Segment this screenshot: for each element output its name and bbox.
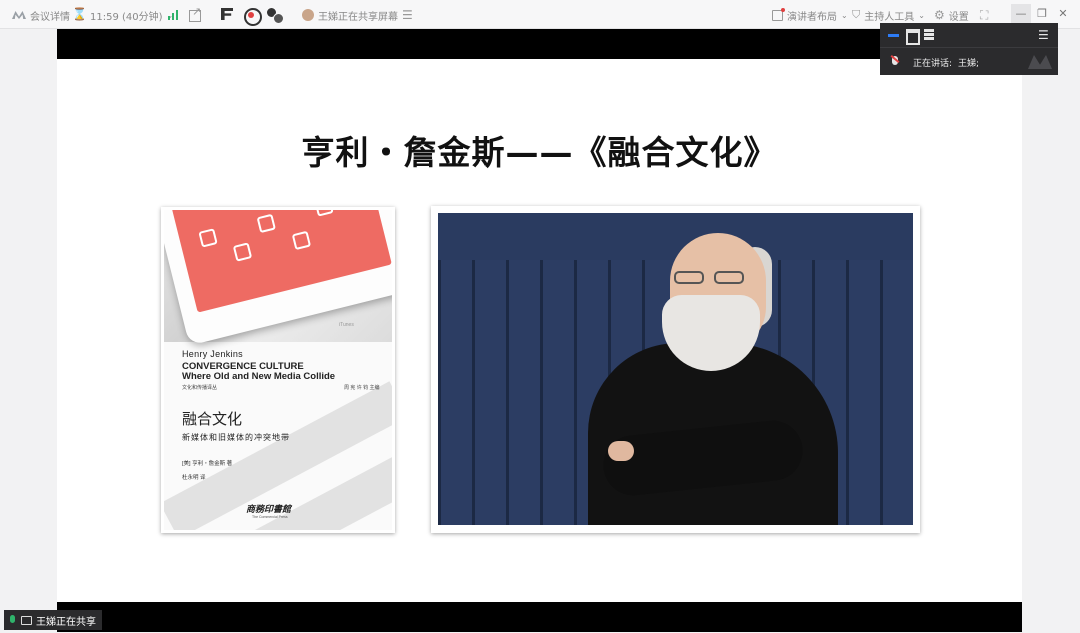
book-editors: 周 宪 许 钧 主编 <box>344 385 380 391</box>
minimize-video-icon[interactable] <box>888 29 900 41</box>
settings-label: 设置 <box>948 11 969 23</box>
sharing-tag[interactable]: 王娣正在共享 <box>4 610 102 630</box>
host-tools-dropdown[interactable]: ⛉ 主持人工具 ⌄ <box>852 7 925 23</box>
sharing-status-label: 王娣正在共享屏幕 <box>318 11 398 23</box>
screen-share-icon <box>21 615 32 625</box>
network-signal[interactable] <box>166 7 180 23</box>
shared-screen-letterbox-bottom <box>57 602 1022 632</box>
avatar <box>302 9 314 21</box>
gear-icon: ⚙ <box>934 8 945 22</box>
speaking-indicator: 正在讲话: 王娣; <box>880 49 1058 75</box>
meeting-info-label: 会议详情 <box>30 11 70 23</box>
close-button[interactable]: ✕ <box>1053 4 1073 24</box>
restore-button[interactable]: ❐ <box>1032 4 1052 24</box>
author-photo <box>431 206 920 533</box>
book-title-en: CONVERGENCE CULTURE Where Old and New Me… <box>182 361 336 382</box>
close-icon: ✕ <box>1058 7 1068 20</box>
speaker-panel-controls: ☰ <box>880 23 1058 48</box>
sharing-status[interactable]: 王娣正在共享屏幕 ☰ <box>302 7 413 23</box>
minimize-icon: — <box>1015 7 1027 20</box>
meeting-info-button[interactable]: 会议详情 <box>12 7 70 23</box>
app-logo-icon <box>1028 55 1052 69</box>
annotate-pen-icon[interactable] <box>218 6 236 24</box>
speaker-name: 王娣; <box>958 58 980 69</box>
book-series: 文化和传播译丛 <box>182 385 218 391</box>
shared-screen-letterbox-top <box>57 29 1022 59</box>
timer-label: 11:59 (40分钟) <box>90 11 163 23</box>
book-author-en: Henry Jenkins <box>182 349 243 359</box>
mic-icon <box>8 614 17 626</box>
book-publisher: 商務印書館 <box>246 505 292 515</box>
speaking-label: 正在讲话: <box>913 58 953 69</box>
book-author-cn: [美] 亨利・詹金斯 著 <box>182 461 233 467</box>
external-window-icon <box>188 5 202 22</box>
window-view-icon[interactable] <box>906 29 920 45</box>
shared-slide: 亨利・詹金斯——《融合文化》 iTunes Henry Jenkins CONV… <box>57 59 1022 602</box>
minimize-button[interactable]: — <box>1011 4 1031 24</box>
book-cover-art: iTunes <box>164 210 392 346</box>
layout-icon <box>772 7 785 21</box>
record-icon[interactable] <box>242 6 262 26</box>
book-cover-image: iTunes Henry Jenkins CONVERGENCE CULTURE… <box>161 207 395 533</box>
book-publisher-en: The Commercial Press <box>252 515 288 519</box>
chevron-down-icon: ⌄ <box>841 10 848 20</box>
meeting-logo-icon <box>12 8 26 22</box>
signal-icon <box>166 8 180 22</box>
book-title-cn: 融合文化 <box>182 410 243 428</box>
book-subtitle-cn: 新媒体和旧媒体的冲突地带 <box>182 433 290 442</box>
menu-icon: ☰ <box>402 8 413 22</box>
pop-out-button[interactable] <box>188 5 202 23</box>
collapse-panel-icon[interactable]: ☰ <box>1038 29 1050 41</box>
translate-icon[interactable] <box>266 6 284 24</box>
restore-icon: ❐ <box>1037 7 1047 20</box>
book-itunes-text: iTunes <box>339 322 354 328</box>
presenter-layout-label: 演讲者布局 <box>787 11 837 23</box>
shield-icon: ⛉ <box>852 8 861 21</box>
book-translator: 杜永明 译 <box>182 475 206 481</box>
list-view-icon[interactable] <box>924 29 936 41</box>
sharing-tag-label: 王娣正在共享 <box>36 616 96 628</box>
speaker-panel: ☰ 正在讲话: 王娣; <box>880 23 1058 75</box>
fullscreen-icon: ⛶ <box>980 7 989 22</box>
mic-muted-icon <box>889 55 901 69</box>
timer-dropdown[interactable]: 11:59 (40分钟) ⌄ <box>72 7 173 23</box>
fullscreen-button[interactable]: ⛶ <box>980 7 988 23</box>
tablet-illustration <box>164 210 392 346</box>
host-tools-label: 主持人工具 <box>864 11 915 23</box>
chevron-down-icon: ⌄ <box>918 10 925 20</box>
presenter-layout-dropdown[interactable]: 演讲者布局 ⌄ <box>772 7 848 23</box>
settings-button[interactable]: ⚙ 设置 <box>934 7 969 23</box>
hourglass-icon <box>72 7 87 22</box>
slide-title: 亨利・詹金斯——《融合文化》 <box>301 133 778 172</box>
